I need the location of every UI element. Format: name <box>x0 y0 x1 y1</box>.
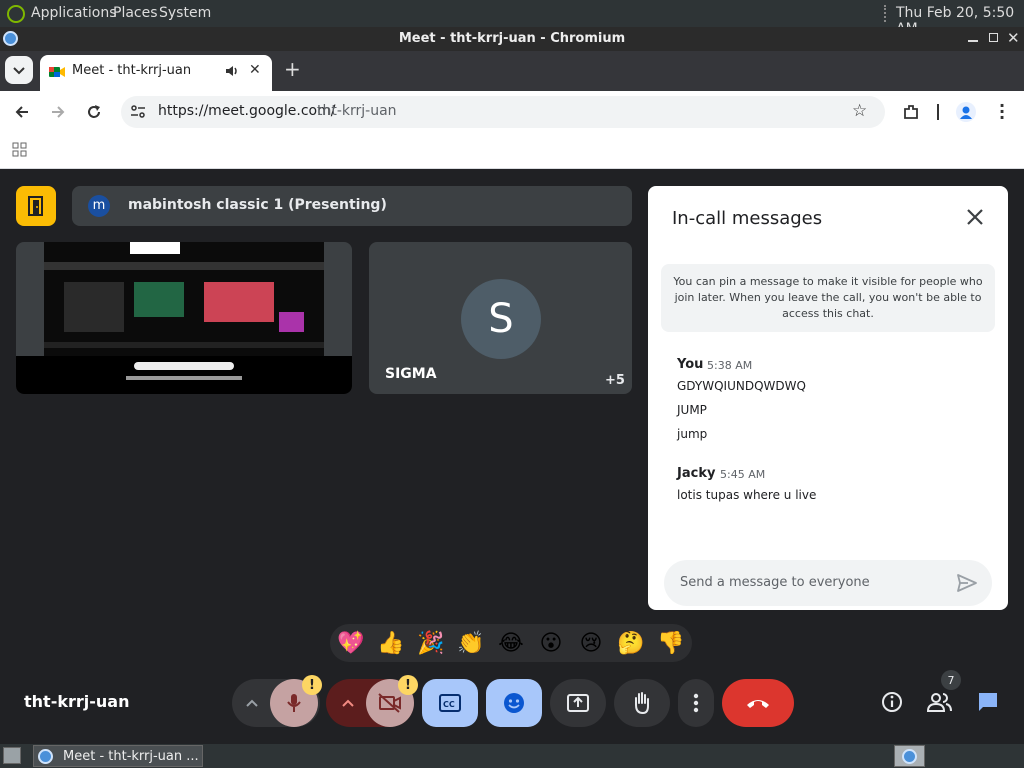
address-bar[interactable]: https://meet.google.com/ tht-krrj-uan ☆ <box>121 96 885 128</box>
chat-input-placeholder: Send a message to everyone <box>680 575 870 590</box>
reaction-clap[interactable]: 👏 <box>453 627 489 659</box>
reaction-laugh[interactable]: 😂 <box>493 627 529 659</box>
mic-warning-icon[interactable]: ! <box>302 675 322 695</box>
chat-message: lotis tupas where u live <box>677 488 817 502</box>
message-sender: You <box>677 357 704 372</box>
svg-text:CC: CC <box>443 700 455 709</box>
chat-message: JUMP <box>677 403 707 417</box>
tab-title: Meet - tht-krrj-uan <box>72 63 192 78</box>
close-window-icon[interactable]: ✕ <box>1007 29 1020 47</box>
close-tab-icon[interactable]: ✕ <box>249 62 261 78</box>
participants-count-badge: 7 <box>941 670 961 690</box>
chat-message: GDYWQIUNDQWDWQ <box>677 379 806 393</box>
presenter-avatar: m <box>88 195 110 217</box>
screen-share-tile[interactable] <box>16 242 352 394</box>
chat-message: jump <box>677 427 708 441</box>
toolbar-divider <box>937 104 939 120</box>
panel-separator <box>884 5 886 22</box>
meeting-code: tht-krrj-uan <box>24 692 130 711</box>
present-screen-button[interactable] <box>550 679 606 727</box>
site-info-icon[interactable] <box>129 103 147 121</box>
forward-icon[interactable] <box>49 103 67 121</box>
tab-meet[interactable]: Meet - tht-krrj-uan ✕ <box>40 55 272 91</box>
message-sender: Jacky <box>677 466 716 481</box>
reaction-thumbs-down[interactable]: 👎 <box>653 627 689 659</box>
maximize-icon[interactable] <box>989 33 998 42</box>
participant-tile-sigma[interactable]: S SIGMA +5 <box>369 242 632 394</box>
shared-screen-footer <box>16 356 352 394</box>
close-chat-icon[interactable] <box>966 208 984 226</box>
workspace-switcher[interactable] <box>894 745 925 767</box>
participant-avatar: S <box>461 279 541 359</box>
url-host: https://meet.google.com/ <box>158 103 336 119</box>
url-path: tht-krrj-uan <box>317 103 397 119</box>
show-desktop-icon[interactable] <box>3 747 21 764</box>
applications-menu[interactable]: Applications <box>31 5 117 21</box>
people-icon[interactable] <box>924 686 956 718</box>
presenting-bar[interactable]: m mabintosh classic 1 (Presenting) <box>72 186 632 226</box>
profile-icon[interactable] <box>956 102 976 122</box>
system-menu[interactable]: System <box>159 5 211 21</box>
reload-icon[interactable] <box>85 103 103 121</box>
chat-input[interactable]: Send a message to everyone <box>664 560 992 606</box>
minimize-icon[interactable] <box>968 40 978 42</box>
gnome-foot-icon[interactable] <box>7 5 25 23</box>
window-title: Meet - tht-krrj-uan - Chromium <box>398 31 626 46</box>
taskbar-window-button[interactable]: Meet - tht-krrj-uan ... <box>33 745 203 767</box>
chromium-icon <box>38 749 53 764</box>
audio-options-chevron-icon[interactable] <box>238 689 266 717</box>
presenting-label: mabintosh classic 1 (Presenting) <box>128 197 387 213</box>
message-time: 5:45 AM <box>720 468 766 481</box>
new-tab-icon[interactable]: + <box>284 57 301 81</box>
tab-search-button[interactable] <box>5 56 33 84</box>
top-panel: Applications Places System Thu Feb 20, 5… <box>0 0 1024 37</box>
reactions-button[interactable] <box>486 679 542 727</box>
reaction-surprised[interactable]: 😮 <box>533 627 569 659</box>
meeting-details-icon[interactable] <box>876 686 908 718</box>
taskbar: Meet - tht-krrj-uan ... <box>0 744 1024 768</box>
chat-panel: In-call messages You can pin a message t… <box>648 186 1008 610</box>
reaction-party[interactable]: 🎉 <box>413 627 449 659</box>
reaction-sad[interactable]: 😢 <box>573 627 609 659</box>
chat-title: In-call messages <box>672 208 823 229</box>
chat-pin-notice: You can pin a message to make it visible… <box>661 264 995 332</box>
back-icon[interactable] <box>13 103 31 121</box>
participant-name: SIGMA <box>385 366 437 382</box>
chat-icon[interactable] <box>972 686 1004 718</box>
browser-menu-icon[interactable]: · · · <box>999 98 1005 126</box>
apps-grid-icon[interactable] <box>12 142 28 158</box>
reaction-thinking[interactable]: 🤔 <box>613 627 649 659</box>
more-participants-count: +5 <box>605 373 625 388</box>
speaker-icon[interactable] <box>224 63 240 79</box>
places-menu[interactable]: Places <box>113 5 158 21</box>
captions-button[interactable]: CC <box>422 679 478 727</box>
reaction-thumbs-up[interactable]: 👍 <box>373 627 409 659</box>
more-options-button[interactable] <box>678 679 714 727</box>
bookmark-star-icon[interactable]: ☆ <box>852 101 867 121</box>
shared-screen-preview <box>44 242 324 356</box>
room-door-icon[interactable] <box>16 186 56 226</box>
meet-favicon <box>49 65 65 79</box>
send-icon[interactable] <box>956 573 978 593</box>
camera-warning-icon[interactable]: ! <box>398 675 418 695</box>
extensions-icon[interactable] <box>902 103 920 121</box>
raise-hand-button[interactable] <box>614 679 670 727</box>
window-titlebar: Meet - tht-krrj-uan - Chromium ✕ <box>0 27 1024 51</box>
video-options-chevron-icon[interactable] <box>334 689 362 717</box>
bookmarks-bar <box>0 133 1024 169</box>
message-time: 5:38 AM <box>707 359 753 372</box>
reaction-heart[interactable]: 💖 <box>333 627 369 659</box>
chromium-icon <box>902 749 917 764</box>
leave-call-button[interactable] <box>722 679 794 727</box>
taskbar-window-label: Meet - tht-krrj-uan ... <box>63 749 199 764</box>
